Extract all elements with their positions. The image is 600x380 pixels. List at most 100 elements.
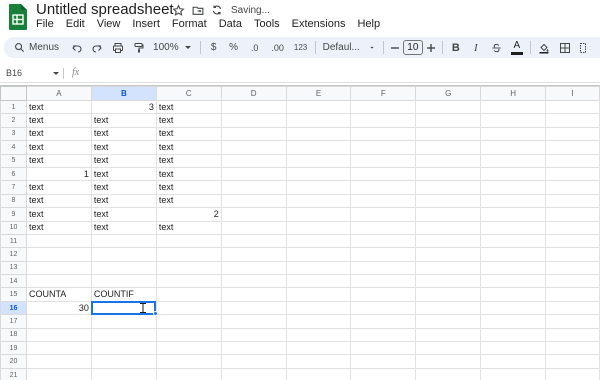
cell-h15[interactable] <box>480 287 547 302</box>
cell-a1[interactable]: text <box>25 99 92 115</box>
cell-i1[interactable] <box>545 99 600 115</box>
cell-b10[interactable]: text <box>90 220 157 235</box>
cell-h10[interactable] <box>480 220 547 235</box>
cell-b2[interactable]: text <box>90 113 157 128</box>
cell-i18[interactable] <box>545 327 600 343</box>
cell-a7[interactable]: text <box>25 180 92 195</box>
row-header-18[interactable]: 18 <box>0 327 27 343</box>
cell-f15[interactable] <box>350 287 417 302</box>
cell-b3[interactable]: text <box>90 126 157 142</box>
cell-d14[interactable] <box>220 274 287 289</box>
cell-c20[interactable] <box>155 354 222 369</box>
cell-g13[interactable] <box>415 260 482 276</box>
cell-f18[interactable] <box>350 327 417 343</box>
cell-d11[interactable] <box>220 233 287 249</box>
cell-h6[interactable] <box>480 166 547 182</box>
cell-f19[interactable] <box>350 341 417 356</box>
cell-d18[interactable] <box>220 327 287 343</box>
more-formats-button[interactable]: 123 <box>290 37 312 58</box>
cell-e19[interactable] <box>285 341 352 356</box>
cell-i3[interactable] <box>545 126 600 142</box>
cell-d10[interactable] <box>220 220 287 235</box>
cell-c17[interactable] <box>155 314 222 329</box>
row-header-1[interactable]: 1 <box>0 99 27 115</box>
cell-h18[interactable] <box>480 327 547 343</box>
cell-b17[interactable] <box>90 314 157 329</box>
menu-help[interactable]: Help <box>351 17 386 31</box>
cell-a6[interactable]: 1 <box>25 166 92 182</box>
cell-h2[interactable] <box>480 113 547 128</box>
cell-e13[interactable] <box>285 260 352 276</box>
cell-a13[interactable] <box>25 260 92 276</box>
search-menus-button[interactable]: Menus <box>4 37 67 58</box>
cell-d6[interactable] <box>220 166 287 182</box>
cell-f9[interactable] <box>350 207 417 222</box>
cell-a19[interactable] <box>25 341 92 356</box>
cell-i12[interactable] <box>545 247 600 262</box>
column-header-i[interactable]: I <box>545 86 600 101</box>
font-size-input[interactable]: 10 <box>402 40 423 55</box>
cell-f10[interactable] <box>350 220 417 235</box>
cell-a2[interactable]: text <box>25 113 92 128</box>
row-header-2[interactable]: 2 <box>0 113 27 128</box>
row-header-4[interactable]: 4 <box>0 140 27 155</box>
cell-g18[interactable] <box>415 327 482 343</box>
cell-b20[interactable] <box>90 354 157 369</box>
increase-font-size-button[interactable] <box>423 37 439 58</box>
cell-b1[interactable]: 3 <box>90 99 157 115</box>
row-header-3[interactable]: 3 <box>0 126 27 142</box>
cell-a12[interactable] <box>25 247 92 262</box>
row-header-19[interactable]: 19 <box>0 341 27 356</box>
row-header-13[interactable]: 13 <box>0 260 27 276</box>
cell-c4[interactable]: text <box>155 140 222 155</box>
cell-h8[interactable] <box>480 193 547 209</box>
cell-a18[interactable] <box>25 327 92 343</box>
cell-e15[interactable] <box>285 287 352 302</box>
cell-a17[interactable] <box>25 314 92 329</box>
row-header-17[interactable]: 17 <box>0 314 27 329</box>
cell-i7[interactable] <box>545 180 600 195</box>
cell-d7[interactable] <box>220 180 287 195</box>
column-header-d[interactable]: D <box>220 86 287 101</box>
cell-h20[interactable] <box>480 354 547 369</box>
cell-c6[interactable]: text <box>155 166 222 182</box>
decrease-decimal-button[interactable]: .0 <box>244 37 266 58</box>
menu-view[interactable]: View <box>91 17 127 31</box>
cell-g4[interactable] <box>415 140 482 155</box>
cell-f12[interactable] <box>350 247 417 262</box>
zoom-select[interactable]: 100% <box>149 37 197 58</box>
bold-button[interactable]: B <box>446 37 466 58</box>
cell-f17[interactable] <box>350 314 417 329</box>
cell-f14[interactable] <box>350 274 417 289</box>
cell-d4[interactable] <box>220 140 287 155</box>
cell-a20[interactable] <box>25 354 92 369</box>
cell-e3[interactable] <box>285 126 352 142</box>
cell-c14[interactable] <box>155 274 222 289</box>
cell-g2[interactable] <box>415 113 482 128</box>
cell-i16[interactable] <box>545 300 600 316</box>
cell-d3[interactable] <box>220 126 287 142</box>
star-icon[interactable] <box>172 3 185 17</box>
cell-c3[interactable]: text <box>155 126 222 142</box>
cell-i15[interactable] <box>545 287 600 302</box>
cell-a14[interactable] <box>25 274 92 289</box>
cell-i19[interactable] <box>545 341 600 356</box>
cell-c19[interactable] <box>155 341 222 356</box>
cell-b13[interactable] <box>90 260 157 276</box>
fill-handle[interactable] <box>153 311 158 316</box>
cell-a11[interactable] <box>25 233 92 249</box>
cell-f1[interactable] <box>350 99 417 115</box>
cell-e10[interactable] <box>285 220 352 235</box>
cell-g19[interactable] <box>415 341 482 356</box>
cell-f6[interactable] <box>350 166 417 182</box>
row-header-5[interactable]: 5 <box>0 153 27 168</box>
cell-b5[interactable]: text <box>90 153 157 168</box>
cell-e21[interactable] <box>285 367 352 380</box>
menu-edit[interactable]: Edit <box>60 17 91 31</box>
row-header-15[interactable]: 15 <box>0 287 27 302</box>
strikethrough-button[interactable] <box>486 37 507 58</box>
cell-e9[interactable] <box>285 207 352 222</box>
cell-g17[interactable] <box>415 314 482 329</box>
cell-d21[interactable] <box>220 367 287 380</box>
cell-d16[interactable] <box>220 300 287 316</box>
